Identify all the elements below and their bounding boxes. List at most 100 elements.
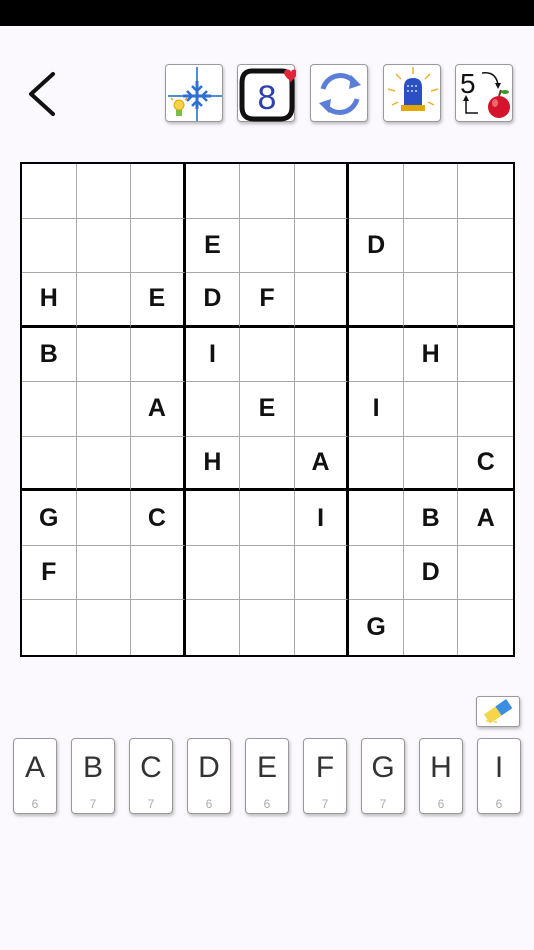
board-cell[interactable] [76, 218, 132, 274]
board-cell[interactable] [240, 327, 295, 383]
board-cell[interactable]: B [22, 327, 77, 383]
board-cell[interactable] [403, 273, 459, 328]
board-cell[interactable] [349, 273, 404, 328]
board-cell[interactable] [76, 545, 132, 601]
board-cell[interactable]: H [185, 436, 241, 492]
board-cell[interactable]: H [22, 273, 77, 328]
board-cell[interactable] [458, 600, 513, 655]
board-cell[interactable] [131, 600, 186, 655]
board-cell[interactable] [349, 545, 404, 601]
board-cell[interactable]: H [403, 327, 459, 383]
board-cell[interactable] [349, 491, 404, 546]
board-cell[interactable]: E [240, 382, 295, 437]
board-cell[interactable] [77, 600, 132, 655]
board-cell[interactable]: D [349, 218, 404, 274]
key-d[interactable]: D6 [187, 738, 231, 814]
board-cell[interactable] [294, 382, 350, 437]
key-remaining-count: 6 [31, 797, 39, 811]
key-letter: F [315, 751, 335, 784]
board-cell[interactable] [349, 327, 404, 383]
board-cell[interactable] [240, 491, 295, 546]
restart-button[interactable] [310, 64, 368, 122]
board-cell[interactable] [131, 327, 186, 383]
board-cell[interactable] [240, 600, 295, 655]
board-cell[interactable]: D [403, 545, 459, 601]
board-cell[interactable] [240, 545, 295, 601]
board-cell[interactable] [22, 436, 77, 492]
board-cell[interactable] [131, 545, 186, 601]
board-cell[interactable] [458, 164, 513, 219]
board-cell[interactable] [76, 164, 132, 219]
board-cell[interactable] [131, 218, 186, 274]
key-remaining-count: 7 [321, 797, 329, 811]
favorite-number-button[interactable]: 8 [237, 64, 296, 122]
board-cell[interactable] [185, 545, 241, 601]
board-cell[interactable] [458, 328, 513, 383]
board-cell[interactable] [186, 600, 241, 655]
board-cell[interactable] [458, 219, 513, 274]
board-cell[interactable] [458, 382, 513, 437]
board-cell[interactable] [131, 164, 186, 219]
board-cell[interactable]: C [458, 437, 513, 492]
board-cell[interactable] [295, 600, 350, 655]
board-cell[interactable] [240, 218, 295, 274]
board-cell[interactable] [240, 164, 295, 219]
board-cell[interactable]: D [185, 273, 241, 328]
board-cell[interactable] [294, 273, 350, 328]
board-cell[interactable]: I [294, 491, 350, 546]
board-cell[interactable] [22, 164, 77, 219]
board-cell[interactable] [458, 273, 513, 328]
board-cell[interactable] [22, 600, 77, 655]
board-cell[interactable] [349, 436, 404, 492]
eraser-button[interactable] [476, 696, 520, 727]
key-b[interactable]: B7 [71, 738, 115, 814]
board-cell[interactable] [240, 436, 295, 492]
board-cell[interactable] [76, 436, 132, 492]
board-cell[interactable] [294, 164, 350, 219]
board-cell[interactable] [294, 545, 350, 601]
key-e[interactable]: E6 [245, 738, 289, 814]
board-cell[interactable] [403, 218, 459, 274]
board-cell[interactable]: G [22, 491, 77, 546]
board-cell[interactable]: E [185, 218, 241, 274]
board-cell[interactable] [403, 164, 459, 219]
board-cell[interactable] [403, 382, 459, 437]
key-g[interactable]: G7 [361, 738, 405, 814]
board-cell[interactable]: A [131, 382, 186, 437]
hint-button[interactable] [165, 64, 223, 122]
board-cell[interactable]: E [131, 273, 186, 328]
board-cell[interactable]: I [349, 382, 404, 437]
board-cell[interactable] [76, 491, 132, 546]
board-cell[interactable] [349, 164, 404, 219]
board-cell[interactable]: F [240, 273, 295, 328]
board-cell[interactable] [131, 436, 186, 492]
board-cell[interactable] [185, 491, 241, 546]
board-cell[interactable] [76, 382, 132, 437]
key-i[interactable]: I6 [477, 738, 521, 814]
key-h[interactable]: H6 [419, 738, 463, 814]
board-cell[interactable] [404, 600, 459, 655]
board-cell[interactable] [294, 327, 350, 383]
board-cell[interactable]: F [22, 545, 77, 601]
board-cell[interactable] [22, 218, 77, 274]
key-a[interactable]: A6 [13, 738, 57, 814]
alarm-button[interactable] [383, 64, 441, 122]
back-button[interactable] [24, 66, 64, 122]
symbol-mode-button[interactable]: 5 [455, 64, 513, 122]
board-cell[interactable]: C [131, 491, 186, 546]
board-cell[interactable]: G [349, 600, 404, 655]
board-cell[interactable]: B [403, 491, 459, 546]
board-cell[interactable] [185, 382, 241, 437]
key-f[interactable]: F7 [303, 738, 347, 814]
board-cell[interactable]: A [458, 491, 513, 546]
board-cell[interactable] [185, 164, 241, 219]
board-cell[interactable] [76, 327, 132, 383]
board-cell[interactable] [458, 546, 513, 601]
key-c[interactable]: C7 [129, 738, 173, 814]
board-cell[interactable] [22, 382, 77, 437]
board-cell[interactable] [403, 436, 459, 492]
board-cell[interactable] [76, 273, 132, 328]
board-cell[interactable]: A [294, 436, 350, 492]
board-cell[interactable]: I [185, 327, 241, 383]
board-cell[interactable] [294, 218, 350, 274]
